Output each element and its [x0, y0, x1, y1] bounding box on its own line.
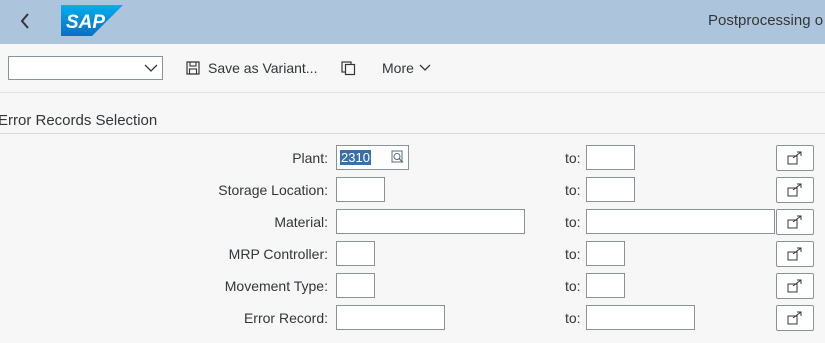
mrp-controller-from-input[interactable]: [336, 241, 375, 266]
multiple-selection-button[interactable]: [776, 241, 814, 267]
save-icon: [186, 61, 200, 75]
storage-location-from-input[interactable]: [336, 177, 385, 202]
multiple-selection-icon: [787, 311, 802, 325]
multiple-selection-button[interactable]: [776, 177, 814, 203]
more-label: More: [382, 60, 414, 76]
multiple-selection-button[interactable]: [776, 305, 814, 331]
copy-icon: [341, 60, 356, 75]
field-label: Plant:: [292, 150, 328, 166]
section-divider: [0, 133, 825, 134]
multiple-selection-button[interactable]: [776, 273, 814, 299]
material-to-input[interactable]: [586, 209, 775, 234]
toolbar: Save as Variant... More: [0, 44, 825, 93]
plant-from-value: 2310: [340, 150, 371, 165]
app-title: Postprocessing o: [708, 12, 824, 29]
movement-type-from-input[interactable]: [336, 273, 375, 298]
back-button[interactable]: [14, 9, 36, 33]
to-label: to:: [565, 310, 581, 326]
plant-to-input[interactable]: [586, 145, 635, 170]
shell-header: SAP Postprocessing o: [0, 0, 825, 44]
multiple-selection-icon: [787, 151, 802, 165]
field-label: Movement Type:: [224, 278, 328, 294]
sap-logo[interactable]: SAP: [61, 5, 123, 36]
to-label: to:: [565, 214, 581, 230]
field-row-movement-type: Movement Type: to:: [0, 273, 825, 299]
multiple-selection-icon: [787, 279, 802, 293]
field-label: Material:: [274, 214, 328, 230]
storage-location-to-input[interactable]: [586, 177, 635, 202]
material-from-input[interactable]: [336, 209, 525, 234]
copy-button[interactable]: [341, 56, 356, 80]
field-row-storage-location: Storage Location: to:: [0, 177, 825, 203]
save-as-variant-button[interactable]: Save as Variant...: [186, 56, 317, 80]
plant-from-input[interactable]: 2310: [336, 145, 409, 170]
value-help-icon[interactable]: [391, 150, 405, 165]
mrp-controller-to-input[interactable]: [586, 241, 625, 266]
chevron-down-icon: [419, 64, 431, 71]
multiple-selection-icon: [787, 215, 802, 229]
variant-select[interactable]: [8, 56, 163, 80]
multiple-selection-icon: [787, 247, 802, 261]
field-label: Storage Location:: [218, 182, 328, 198]
field-row-plant: Plant: 2310 to:: [0, 145, 825, 171]
multiple-selection-button[interactable]: [776, 209, 814, 235]
svg-text:SAP: SAP: [66, 12, 105, 33]
section-title: Error Records Selection: [0, 112, 158, 129]
movement-type-to-input[interactable]: [586, 273, 625, 298]
more-button[interactable]: More: [382, 56, 431, 80]
field-row-error-record: Error Record: to:: [0, 305, 825, 331]
to-label: to:: [565, 182, 581, 198]
chevron-left-icon: [20, 13, 29, 29]
error-record-to-input[interactable]: [586, 305, 695, 330]
multiple-selection-button[interactable]: [776, 145, 814, 171]
field-label: Error Record:: [243, 310, 328, 326]
save-as-variant-label: Save as Variant...: [208, 60, 318, 76]
to-label: to:: [565, 246, 581, 262]
chevron-down-icon: [144, 64, 158, 72]
to-label: to:: [565, 150, 581, 166]
to-label: to:: [565, 278, 581, 294]
multiple-selection-icon: [787, 183, 802, 197]
field-row-mrp-controller: MRP Controller: to:: [0, 241, 825, 267]
field-row-material: Material: to:: [0, 209, 825, 235]
field-label: MRP Controller:: [228, 246, 328, 262]
error-record-from-input[interactable]: [336, 305, 445, 330]
